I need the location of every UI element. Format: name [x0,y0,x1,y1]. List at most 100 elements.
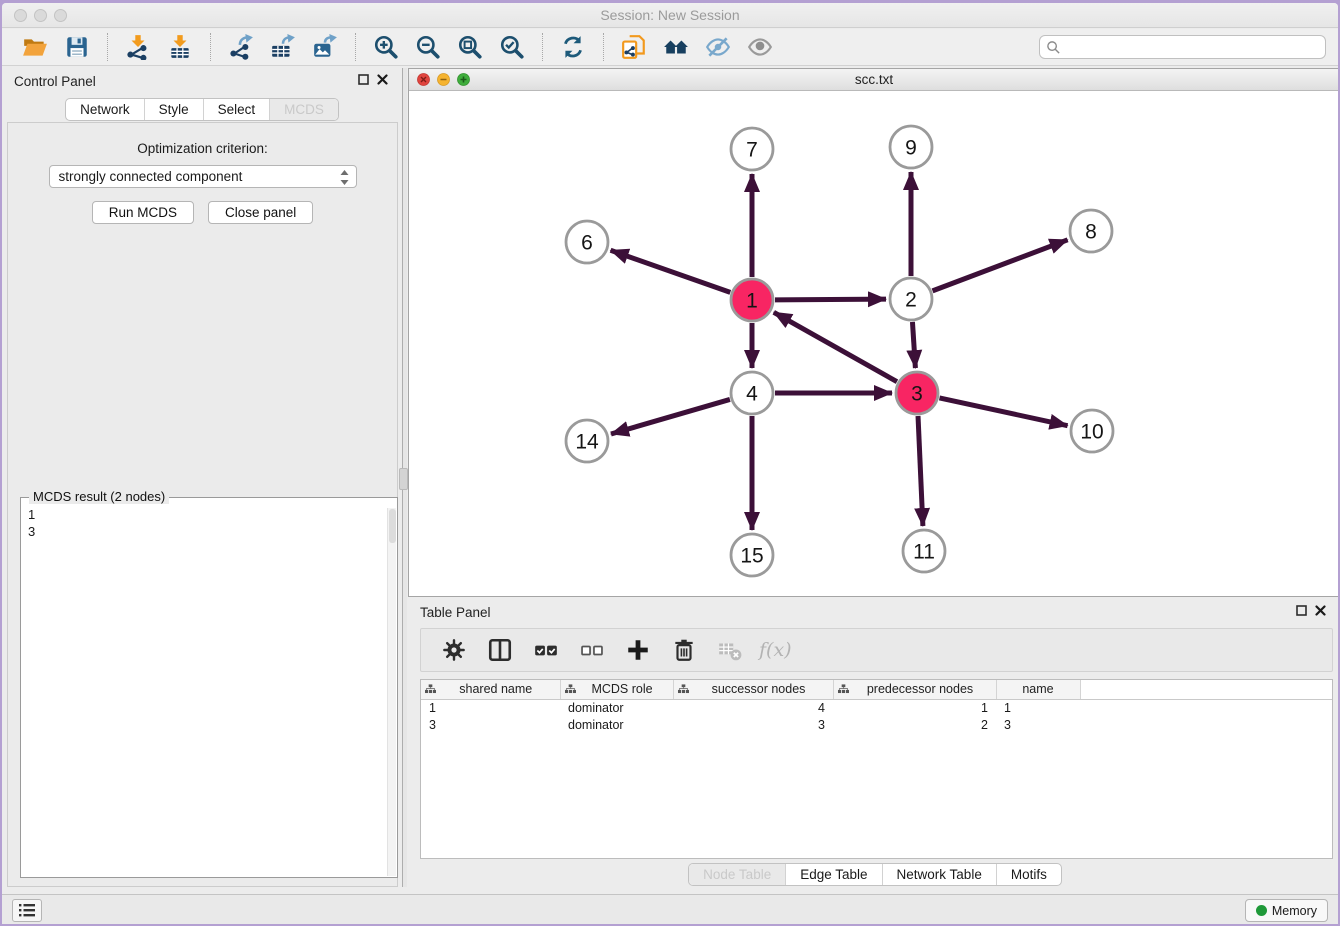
import-table-icon[interactable] [165,32,195,62]
first-neighbors-icon[interactable] [661,32,691,62]
export-network-icon[interactable] [226,32,256,62]
tab-style[interactable]: Style [144,99,203,120]
export-image-icon[interactable] [310,32,340,62]
float-panel-icon[interactable] [358,74,369,85]
graph-node-label-4: 4 [746,382,758,405]
app-window: Session: New Session Control Panel [2,3,1338,924]
mcds-result-box: MCDS result (2 nodes) 1 3 [20,497,398,878]
main-toolbar [2,29,1338,66]
column-header-predecessor-nodes[interactable]: predecessor nodes [833,680,996,699]
column-header-name[interactable]: name [996,680,1080,699]
network-window-title: scc.txt [409,72,1338,87]
mcds-result-line: 3 [28,523,391,540]
zoom-fit-icon[interactable] [455,32,485,62]
graph-edge-2-3[interactable] [912,322,915,368]
cell-successor-nodes[interactable]: 3 [673,716,833,733]
tab-network[interactable]: Network [66,99,144,120]
network-canvas[interactable]: 7968124314101511 [409,91,1338,596]
graph-edge-3-1[interactable] [774,312,897,381]
cell-predecessor-nodes[interactable]: 2 [833,716,996,733]
optimization-criterion-select[interactable]: strongly connected component [49,165,357,188]
show-all-icon[interactable] [745,32,775,62]
optimization-criterion-label: Optimization criterion: [8,141,397,156]
cell-shared-name[interactable]: 3 [421,716,560,733]
tab-motifs[interactable]: Motifs [996,864,1061,885]
delete-column-icon[interactable] [669,635,699,665]
memory-label: Memory [1272,904,1317,918]
dropdown-stepper-icon [339,169,350,189]
zoom-in-icon[interactable] [371,32,401,62]
tab-mcds[interactable]: MCDS [269,99,338,120]
mcds-result-title: MCDS result (2 nodes) [29,489,169,504]
new-network-from-selection-icon[interactable] [619,32,649,62]
cell-name[interactable]: 1 [996,699,1080,716]
control-panel-title: Control Panel [14,74,96,89]
float-table-panel-icon[interactable] [1296,605,1307,616]
table-header-row: shared name MCDS role successor nodes pr… [421,680,1332,699]
graph-edge-3-11[interactable] [918,416,923,526]
graph-node-label-7: 7 [746,138,758,161]
result-scrollbar[interactable] [387,508,396,876]
graph-node-label-14: 14 [575,430,599,453]
graph-edge-1-6[interactable] [611,250,731,292]
tab-select[interactable]: Select [203,99,270,120]
vertical-splitter[interactable] [402,68,407,887]
network-window-titlebar[interactable]: scc.txt [409,69,1338,91]
open-file-icon[interactable] [20,32,50,62]
search-input[interactable] [1061,40,1319,55]
memory-button[interactable]: Memory [1245,899,1328,922]
graph-node-label-10: 10 [1080,420,1103,443]
close-panel-button[interactable]: Close panel [208,201,313,224]
cell-mcds-role[interactable]: dominator [560,716,673,733]
run-mcds-button[interactable]: Run MCDS [92,201,194,224]
close-panel-icon[interactable] [377,74,388,85]
search-box[interactable] [1039,35,1326,59]
zoom-selected-icon[interactable] [497,32,527,62]
splitter-handle[interactable] [399,468,408,490]
close-table-panel-icon[interactable] [1315,605,1326,616]
column-header-successor-nodes[interactable]: successor nodes [673,680,833,699]
import-network-icon[interactable] [123,32,153,62]
graph-edge-3-10[interactable] [939,398,1067,426]
cell-name[interactable]: 3 [996,716,1080,733]
graph-node-label-1: 1 [746,289,758,312]
header-filler [1080,680,1332,699]
status-bar: Memory [2,894,1338,924]
hide-selected-icon[interactable] [703,32,733,62]
tab-network-table[interactable]: Network Table [882,864,996,885]
select-all-columns-icon[interactable] [531,635,561,665]
desktop-frame: Session: New Session Control Panel [0,0,1340,926]
optimization-criterion-value: strongly connected component [59,169,243,184]
mcds-result-list[interactable]: 1 3 [21,498,397,540]
graph-edge-4-14[interactable] [611,399,730,434]
graph-node-label-9: 9 [905,136,917,159]
graph-edge-1-2[interactable] [775,299,886,300]
column-view-icon[interactable] [485,635,515,665]
graph-edge-2-8[interactable] [933,240,1068,291]
task-history-button[interactable] [12,899,42,922]
cell-successor-nodes[interactable]: 4 [673,699,833,716]
table-panel-title: Table Panel [420,605,491,620]
graph-node-label-15: 15 [740,544,763,567]
column-header-shared-name[interactable]: shared name [421,680,560,699]
cell-shared-name[interactable]: 1 [421,699,560,716]
cell-predecessor-nodes[interactable]: 1 [833,699,996,716]
unselect-all-columns-icon[interactable] [577,635,607,665]
network-view-window: scc.txt 7968124314101511 [408,68,1338,597]
control-panel-header: Control Panel [2,68,402,96]
graph-node-label-11: 11 [913,540,935,563]
tab-edge-table[interactable]: Edge Table [785,864,881,885]
table-row[interactable]: 1 dominator 4 1 1 [421,699,1332,716]
tab-node-table[interactable]: Node Table [689,864,785,885]
zoom-out-icon[interactable] [413,32,443,62]
delete-table-icon [715,635,745,665]
export-table-icon[interactable] [268,32,298,62]
column-header-mcds-role[interactable]: MCDS role [560,680,673,699]
save-session-icon[interactable] [62,32,92,62]
toolbar-separator [107,33,108,61]
add-column-icon[interactable] [623,635,653,665]
cell-mcds-role[interactable]: dominator [560,699,673,716]
table-settings-icon[interactable] [439,635,469,665]
apply-preferred-layout-icon[interactable] [558,32,588,62]
table-row[interactable]: 3 dominator 3 2 3 [421,716,1332,733]
